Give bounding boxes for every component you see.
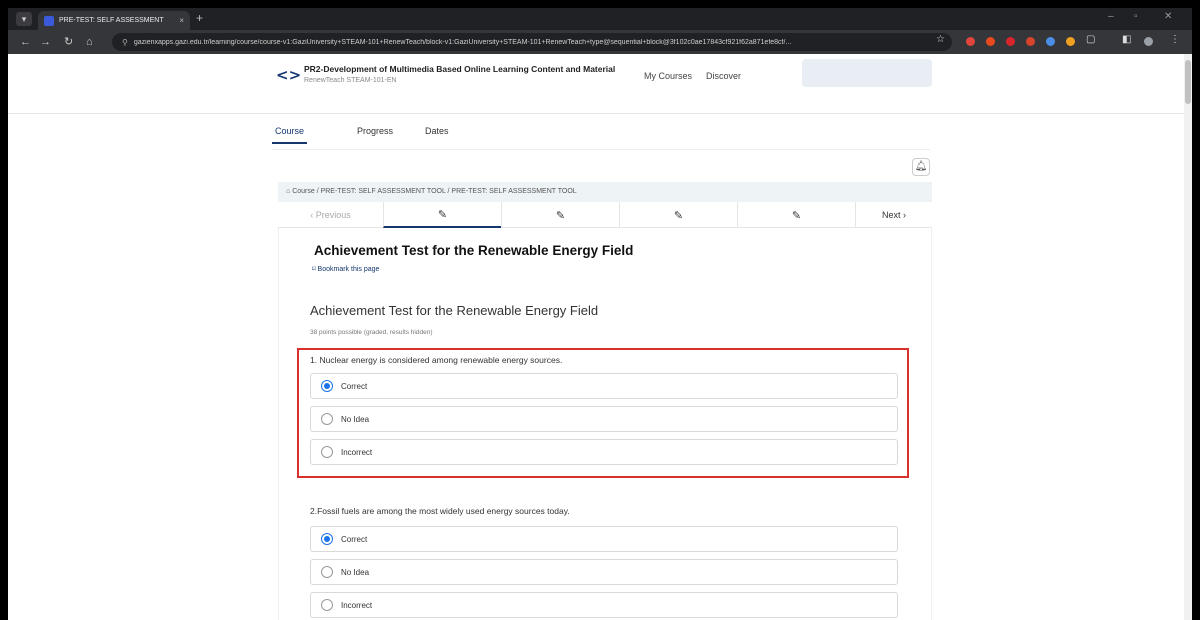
radio-icon[interactable] (321, 413, 333, 425)
unit-tab-3[interactable]: ✎ (619, 202, 737, 228)
discover-link[interactable]: Discover (706, 71, 741, 81)
radio-checked-icon[interactable] (321, 380, 333, 392)
unit-title: Achievement Test for the Renewable Energ… (314, 243, 634, 258)
unit-tab-1[interactable]: ✎ (383, 202, 501, 228)
bookmark-star-icon[interactable]: ☆ (936, 34, 945, 45)
browser-toolbar: ← → ↻ ⌂ ⚲ gazienxapps.gazi.edu.tr/learni… (8, 30, 1192, 54)
course-title: PR2-Development of Multimedia Based Onli… (304, 64, 616, 74)
extensions-puzzle-icon[interactable]: ▢ (1086, 34, 1095, 45)
edit-icon: ✎ (673, 209, 684, 222)
notification-bell-icon[interactable]: 🔔︎ (912, 158, 930, 176)
site-logo[interactable]: <> (276, 66, 301, 84)
breadcrumb: ⌂ Course / PRE-TEST: SELF ASSESSMENT TOO… (278, 182, 932, 202)
tab-search-icon[interactable]: ▾ (16, 12, 32, 26)
q2-option-no-idea[interactable]: No Idea (310, 559, 898, 585)
q2-option-correct[interactable]: Correct (310, 526, 898, 552)
chevron-right-icon: › (900, 210, 906, 220)
profile-avatar[interactable] (1144, 37, 1153, 46)
site-header: <> PR2-Development of Multimedia Based O… (8, 54, 1184, 114)
question-1-text: 1. Nuclear energy is considered among re… (310, 355, 563, 365)
tab-strip: ▾ PRE-TEST: SELF ASSESSMENT × + – ▫ ✕ (8, 8, 1192, 30)
tab-course[interactable]: Course (272, 120, 308, 144)
course-code: RenewTeach STEAM-101-EN (304, 77, 397, 84)
radio-icon[interactable] (321, 599, 333, 611)
breadcrumb-text[interactable]: Course / PRE-TEST: SELF ASSESSMENT TOOL … (292, 188, 577, 195)
edit-icon: ✎ (791, 209, 802, 222)
extension-icon[interactable] (966, 37, 975, 46)
option-label: Correct (341, 381, 368, 391)
option-label: Incorrect (341, 600, 373, 610)
forward-icon[interactable]: → (40, 35, 51, 49)
tabs-divider (272, 149, 930, 150)
side-panel-icon[interactable]: ◧ (1122, 34, 1131, 45)
option-label: Correct (341, 534, 368, 544)
next-label: Next (881, 210, 901, 220)
question-2-text: 2.Fossil fuels are among the most widely… (310, 506, 570, 516)
q2-option-incorrect[interactable]: Incorrect (310, 592, 898, 618)
page-scrollbar[interactable] (1184, 54, 1192, 620)
scrollbar-thumb[interactable] (1185, 60, 1191, 104)
problem-title: Achievement Test for the Renewable Energ… (310, 303, 599, 318)
reload-icon[interactable]: ↻ (64, 35, 73, 49)
points-info: 38 points possible (graded, results hidd… (310, 329, 433, 336)
q1-option-incorrect[interactable]: Incorrect (310, 439, 898, 465)
url-text: gazienxapps.gazi.edu.tr/learning/course/… (133, 38, 792, 46)
q1-option-correct[interactable]: Correct (310, 373, 898, 399)
minimize-icon[interactable]: – (1108, 11, 1114, 22)
favicon-icon (44, 15, 54, 26)
edit-icon: ✎ (437, 208, 448, 221)
option-label: Incorrect (341, 447, 373, 457)
extension-icon[interactable] (1026, 37, 1035, 46)
user-menu[interactable] (802, 59, 932, 87)
tab-title: PRE-TEST: SELF ASSESSMENT (59, 17, 164, 24)
tab-progress[interactable]: Progress (354, 120, 396, 142)
next-button[interactable]: Next › (855, 202, 932, 228)
new-tab-icon[interactable]: + (196, 11, 203, 25)
bookmark-link[interactable]: ⌑ Bookmark this page (312, 265, 379, 273)
extension-icon[interactable] (1046, 37, 1055, 46)
screen: ▾ PRE-TEST: SELF ASSESSMENT × + – ▫ ✕ ← … (0, 0, 1200, 620)
pdf-extension-icon[interactable] (1006, 37, 1015, 46)
extension-icon[interactable] (1066, 37, 1075, 46)
site-info-icon[interactable]: ⚲ (122, 38, 128, 47)
browser-window: ▾ PRE-TEST: SELF ASSESSMENT × + – ▫ ✕ ← … (8, 8, 1192, 620)
browser-tab[interactable]: PRE-TEST: SELF ASSESSMENT × (38, 11, 190, 30)
previous-label: Previous (315, 210, 351, 220)
tab-dates[interactable]: Dates (422, 120, 452, 142)
unit-tab-4[interactable]: ✎ (737, 202, 855, 228)
web-page: <> PR2-Development of Multimedia Based O… (8, 54, 1184, 620)
back-icon[interactable]: ← (20, 35, 31, 49)
unit-content: Achievement Test for the Renewable Energ… (278, 228, 932, 620)
option-label: No Idea (341, 414, 370, 424)
close-tab-icon[interactable]: × (179, 16, 184, 25)
bookmark-label: Bookmark this page (317, 266, 380, 273)
radio-icon[interactable] (321, 446, 333, 458)
previous-button[interactable]: ‹ Previous (278, 202, 383, 228)
address-bar[interactable]: ⚲ gazienxapps.gazi.edu.tr/learning/cours… (112, 33, 952, 51)
unit-navigation: ‹ Previous ✎ ✎ ✎ ✎ Next › (278, 202, 932, 228)
edit-icon: ✎ (555, 209, 566, 222)
browser-menu-icon[interactable]: ⋮ (1170, 34, 1180, 45)
option-label: No Idea (341, 567, 370, 577)
extension-icon[interactable] (986, 37, 995, 46)
maximize-icon[interactable]: ▫ (1134, 11, 1138, 22)
q1-option-no-idea[interactable]: No Idea (310, 406, 898, 432)
unit-tab-2[interactable]: ✎ (501, 202, 619, 228)
radio-icon[interactable] (321, 566, 333, 578)
home-icon[interactable]: ⌂ (86, 35, 93, 49)
radio-checked-icon[interactable] (321, 533, 333, 545)
my-courses-link[interactable]: My Courses (644, 71, 692, 81)
close-window-icon[interactable]: ✕ (1164, 11, 1172, 22)
